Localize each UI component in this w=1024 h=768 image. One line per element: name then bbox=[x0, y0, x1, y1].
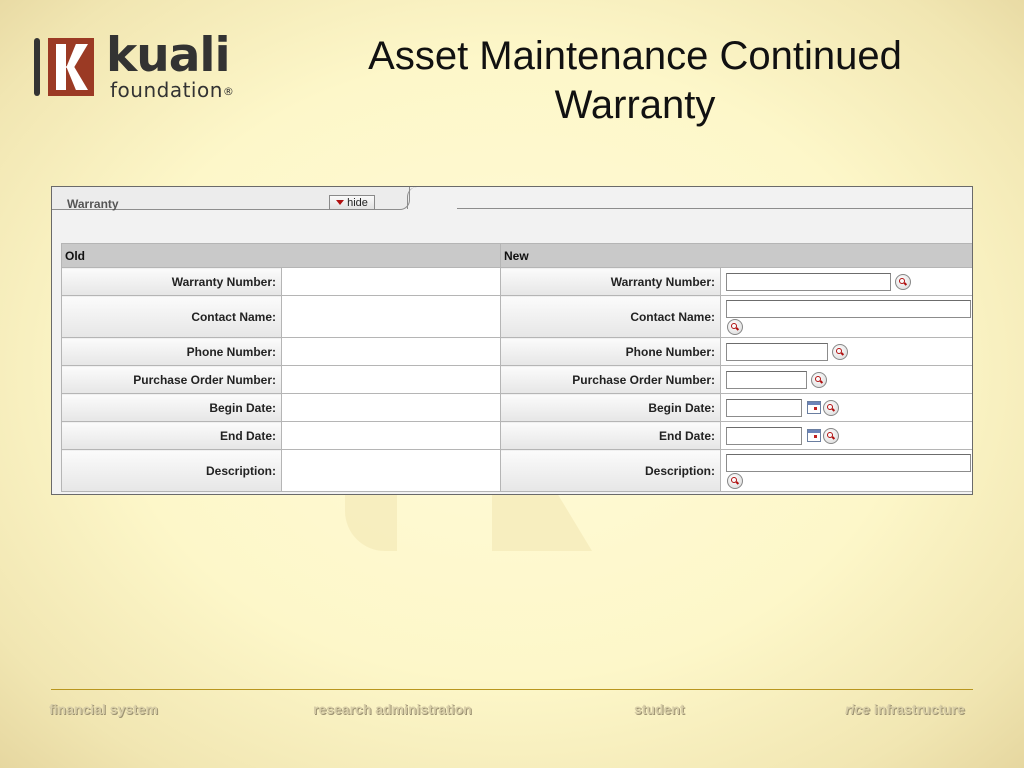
table-row: End Date: End Date: bbox=[61, 421, 972, 450]
row-label-new: Contact Name: bbox=[500, 295, 721, 338]
row-label-old: Phone Number: bbox=[61, 337, 282, 366]
table-row: Purchase Order Number: Purchase Order Nu… bbox=[61, 365, 972, 394]
begin-date-input[interactable] bbox=[726, 398, 802, 417]
row-label-new: Begin Date: bbox=[500, 393, 721, 422]
logo-bar bbox=[34, 38, 40, 96]
table-row: Warranty Number: Warranty Number: bbox=[61, 267, 972, 296]
table-row: Phone Number: Phone Number: bbox=[61, 337, 972, 366]
purchase-order-number-input[interactable] bbox=[726, 370, 807, 389]
footer-research-administration: research administration bbox=[313, 701, 472, 717]
old-value-cell bbox=[281, 421, 501, 450]
row-label-old: End Date: bbox=[61, 421, 282, 450]
contact-name-input[interactable] bbox=[726, 299, 971, 318]
logo-wordmark: kuali bbox=[106, 28, 231, 83]
magnifier-icon[interactable] bbox=[895, 273, 911, 290]
tab-label: Warranty bbox=[67, 197, 119, 211]
magnifier-icon[interactable] bbox=[727, 318, 743, 335]
watermark-shape bbox=[492, 493, 592, 551]
hide-button[interactable]: hide bbox=[329, 195, 375, 210]
triangle-down-icon bbox=[336, 200, 345, 205]
logo-subtitle: foundation® bbox=[110, 78, 235, 102]
magnifier-icon[interactable] bbox=[823, 399, 839, 416]
row-label-new: Phone Number: bbox=[500, 337, 721, 366]
column-header-old: Old bbox=[61, 243, 501, 268]
kuali-logo: kuali foundation® bbox=[34, 28, 284, 102]
row-label-old: Purchase Order Number: bbox=[61, 365, 282, 394]
phone-number-input[interactable] bbox=[726, 342, 828, 361]
old-value-cell bbox=[281, 337, 501, 366]
table-row: Description: Description: bbox=[61, 449, 972, 492]
row-label-new: End Date: bbox=[500, 421, 721, 450]
row-label-new: Warranty Number: bbox=[500, 267, 721, 296]
calendar-icon[interactable] bbox=[807, 401, 821, 414]
row-label-old: Description: bbox=[61, 449, 282, 492]
table-row: Contact Name: Contact Name: bbox=[61, 295, 972, 338]
magnifier-icon[interactable] bbox=[832, 343, 848, 360]
row-label-new: Purchase Order Number: bbox=[500, 365, 721, 394]
slide-title: Asset Maintenance Continued Warranty bbox=[300, 32, 970, 130]
footer-student: student bbox=[634, 701, 685, 717]
magnifier-icon[interactable] bbox=[727, 472, 743, 489]
row-label-new: Description: bbox=[500, 449, 721, 492]
warranty-table: Old New Warranty Number: Warranty Number… bbox=[61, 243, 972, 492]
warranty-number-input[interactable] bbox=[726, 272, 891, 291]
footer-financial-system: financial system bbox=[49, 701, 158, 717]
footer-rice-infrastructure: rice infrastructure bbox=[845, 701, 965, 717]
old-value-cell bbox=[281, 267, 501, 296]
table-row: Begin Date: Begin Date: bbox=[61, 393, 972, 422]
footer-rule bbox=[51, 689, 973, 690]
watermark-shape bbox=[345, 493, 397, 551]
slide-title-line1: Asset Maintenance Continued bbox=[368, 34, 902, 78]
column-header-new: New bbox=[500, 243, 972, 268]
row-label-old: Warranty Number: bbox=[61, 267, 282, 296]
old-value-cell bbox=[281, 393, 501, 422]
warranty-panel: Warranty hide Old New Warranty Number: W… bbox=[51, 186, 973, 495]
old-value-cell bbox=[281, 365, 501, 394]
row-label-old: Begin Date: bbox=[61, 393, 282, 422]
slide-title-line2: Warranty bbox=[554, 83, 716, 127]
magnifier-icon[interactable] bbox=[811, 371, 827, 388]
old-value-cell bbox=[281, 449, 501, 492]
end-date-input[interactable] bbox=[726, 426, 802, 445]
magnifier-icon[interactable] bbox=[823, 427, 839, 444]
calendar-icon[interactable] bbox=[807, 429, 821, 442]
row-label-old: Contact Name: bbox=[61, 295, 282, 338]
old-value-cell bbox=[281, 295, 501, 338]
description-input[interactable] bbox=[726, 453, 971, 472]
